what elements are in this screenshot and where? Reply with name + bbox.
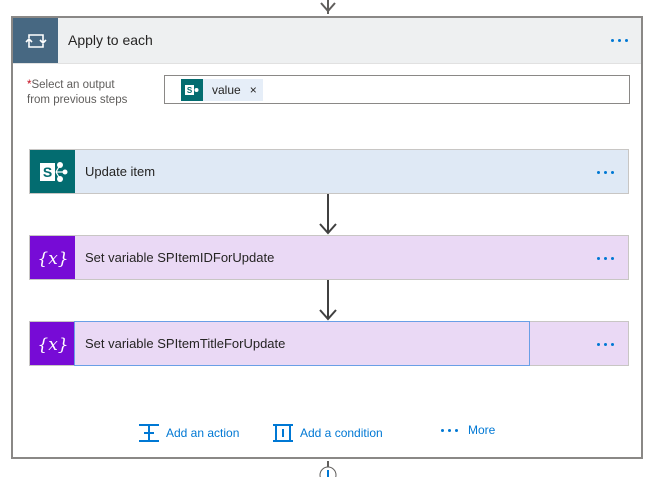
remove-token-icon[interactable]: × xyxy=(250,83,257,97)
step-more-options-icon[interactable] xyxy=(597,257,614,260)
value-token[interactable]: S value × xyxy=(181,79,263,101)
select-output-input[interactable]: S value × xyxy=(164,75,630,104)
update-item-step[interactable]: S Update item xyxy=(29,149,629,194)
sharepoint-icon: S xyxy=(181,79,203,101)
step-more-options-icon[interactable] xyxy=(597,343,614,346)
add-action-icon xyxy=(138,423,160,443)
add-condition-icon xyxy=(272,423,294,443)
svg-text:S: S xyxy=(187,86,193,95)
flow-arrow xyxy=(319,280,337,321)
variable-icon: {x} xyxy=(30,322,75,365)
step-more-options-icon[interactable] xyxy=(597,171,614,174)
ellipsis-icon xyxy=(441,428,458,432)
add-condition-button[interactable]: Add a condition xyxy=(272,423,383,443)
add-action-label: Add an action xyxy=(166,426,240,440)
flow-arrow xyxy=(319,194,337,235)
step-title[interactable]: Set variable SPItemTitleForUpdate xyxy=(85,336,285,351)
step-title: Update item xyxy=(85,164,156,179)
token-label: value xyxy=(212,83,241,97)
variable-icon: {x} xyxy=(30,236,75,279)
sharepoint-icon: S xyxy=(30,150,75,193)
variable-glyph: {x} xyxy=(37,335,68,355)
svg-text:S: S xyxy=(42,164,51,180)
step-title: Set variable SPItemIDForUpdate xyxy=(85,250,275,265)
add-action-button[interactable]: Add an action xyxy=(138,423,239,443)
apply-to-each-header[interactable]: Apply to each xyxy=(13,18,641,64)
variable-glyph: {x} xyxy=(37,249,68,269)
loop-icon xyxy=(13,18,58,63)
bottom-connector xyxy=(319,461,337,477)
select-output-label: *Select an output from previous steps xyxy=(27,79,128,106)
more-button[interactable]: More xyxy=(441,423,495,437)
apply-to-each-title: Apply to each xyxy=(68,32,153,48)
scope-more-options-icon[interactable] xyxy=(611,39,628,42)
top-arrow-head xyxy=(320,2,336,13)
more-label: More xyxy=(468,423,496,437)
set-variable-id-step[interactable]: {x} Set variable SPItemIDForUpdate xyxy=(29,235,629,280)
add-condition-label: Add a condition xyxy=(300,426,383,440)
apply-to-each-card: Apply to each *Select an output from pre… xyxy=(11,16,643,459)
set-variable-title-step[interactable]: {x} Set variable SPItemTitleForUpdate xyxy=(29,321,629,366)
